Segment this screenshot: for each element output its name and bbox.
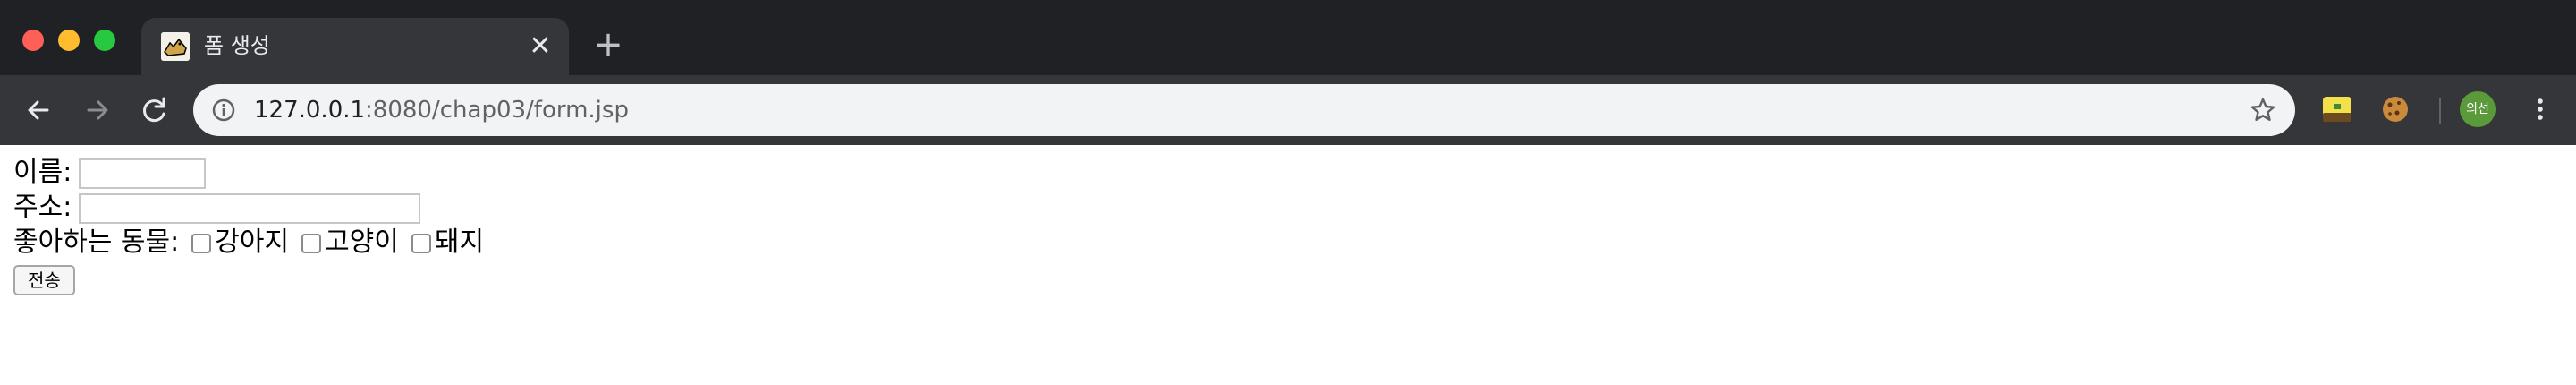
extension-icon[interactable] xyxy=(2321,93,2353,125)
window-minimize-button[interactable] xyxy=(58,30,80,51)
url-host: 127.0.0.1 xyxy=(254,97,366,124)
checkbox-cat-label: 고양이 xyxy=(325,227,399,258)
submit-row: 전송 xyxy=(13,261,75,295)
window-maximize-button[interactable] xyxy=(94,30,115,51)
browser-toolbar: 127.0.0.1:8080/chap03/form.jsp 의선 xyxy=(0,75,2576,145)
kebab-menu-icon[interactable] xyxy=(2524,93,2556,125)
checkbox-pig[interactable] xyxy=(411,233,431,253)
checkbox-dog-label: 강아지 xyxy=(215,227,290,258)
checkbox-pig-label: 돼지 xyxy=(434,227,485,258)
url-path: :8080/chap03/form.jsp xyxy=(365,97,629,124)
profile-avatar[interactable]: 의선 xyxy=(2460,91,2496,127)
reload-icon[interactable] xyxy=(134,90,175,131)
checkbox-dog[interactable] xyxy=(191,233,212,253)
address-input[interactable] xyxy=(79,192,421,224)
toolbar-separator xyxy=(2439,98,2441,124)
bookmark-star-icon[interactable] xyxy=(2249,96,2277,124)
tab-title: 폼 생성 xyxy=(204,33,270,58)
tab-close-icon[interactable]: ✕ xyxy=(524,30,556,63)
submit-button[interactable]: 전송 xyxy=(13,265,75,295)
window-close-button[interactable] xyxy=(22,30,44,51)
address-label: 주소: xyxy=(13,192,72,223)
site-info-icon[interactable] xyxy=(211,98,236,123)
animals-label: 좋아하는 동물: xyxy=(13,227,180,258)
tomcat-favicon-icon xyxy=(161,32,190,61)
browser-tab-active[interactable]: 폼 생성 ✕ xyxy=(141,18,569,75)
animals-row: 좋아하는 동물: 강아지 고양이 돼지 xyxy=(13,226,484,260)
back-arrow-icon[interactable] xyxy=(18,90,59,131)
name-label: 이름: xyxy=(13,157,72,188)
address-bar[interactable]: 127.0.0.1:8080/chap03/form.jsp xyxy=(193,84,2295,136)
checkbox-cat[interactable] xyxy=(301,233,322,253)
name-row: 이름: xyxy=(13,156,207,190)
name-input[interactable] xyxy=(79,158,207,189)
address-row: 주소: xyxy=(13,191,421,225)
browser-titlebar: 폼 생성 ✕ + xyxy=(0,0,2576,75)
page-content: 이름: 주소: 좋아하는 동물: 강아지 고양이 돼지 전송 xyxy=(0,145,2576,385)
url-text[interactable]: 127.0.0.1:8080/chap03/form.jsp xyxy=(254,94,629,126)
cookie-icon[interactable] xyxy=(2379,93,2411,125)
new-tab-button[interactable]: + xyxy=(590,27,626,63)
forward-arrow-icon[interactable] xyxy=(77,90,118,131)
